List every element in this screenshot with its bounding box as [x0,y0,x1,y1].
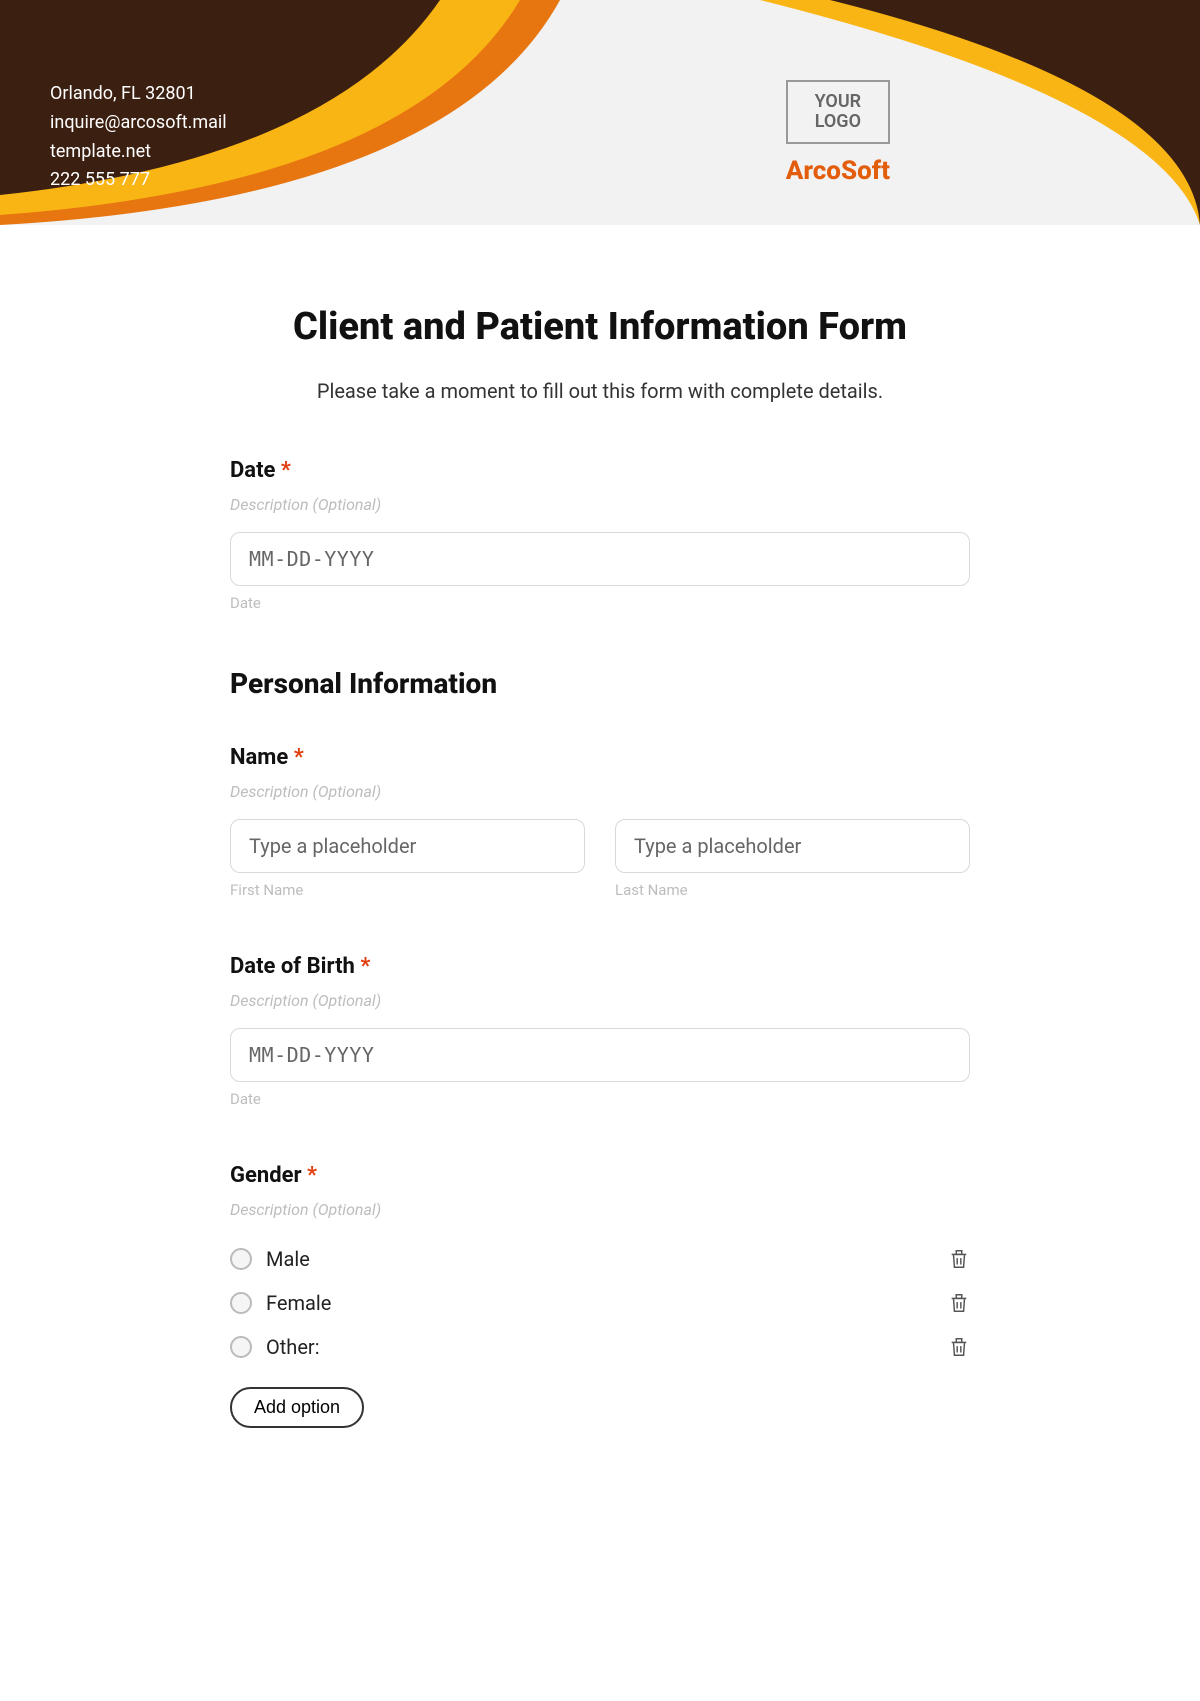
logo-line1: YOUR [802,92,874,112]
gender-option-row: Male [230,1237,970,1281]
gender-label: Gender * [230,1163,970,1188]
dob-label-text: Date of Birth [230,954,355,979]
dob-input[interactable] [230,1028,970,1082]
gender-description: Description (Optional) [230,1200,970,1219]
field-date: Date * Description (Optional) Date [230,458,970,612]
form-header: Orlando, FL 32801 inquire@arcosoft.mail … [0,0,1200,225]
dob-sublabel: Date [230,1090,970,1108]
gender-label-text: Gender [230,1163,302,1188]
trash-icon[interactable] [948,1247,970,1271]
gender-option-row: Female [230,1281,970,1325]
form-body: Client and Patient Information Form Plea… [130,225,1070,1543]
brand-name: ArcoSoft [786,156,890,186]
radio-option-other[interactable]: Other: [230,1335,320,1359]
last-name-input[interactable] [615,819,970,873]
contact-info: Orlando, FL 32801 inquire@arcosoft.mail … [50,80,227,195]
gender-option-label: Male [266,1247,310,1271]
page-title: Client and Patient Information Form [230,305,970,349]
dob-description: Description (Optional) [230,991,970,1010]
date-sublabel: Date [230,594,970,612]
field-gender: Gender * Description (Optional) Male Fem… [230,1163,970,1428]
logo-line2: LOGO [802,112,874,132]
gender-option-label: Other: [266,1335,320,1359]
radio-icon [230,1292,252,1314]
contact-email: inquire@arcosoft.mail [50,109,227,138]
required-marker: * [360,954,370,979]
contact-website: template.net [50,138,227,167]
date-description: Description (Optional) [230,495,970,514]
gender-option-row: Other: [230,1325,970,1369]
gender-option-label: Female [266,1291,331,1315]
radio-option-male[interactable]: Male [230,1247,310,1271]
required-marker: * [307,1163,317,1188]
section-personal: Personal Information [230,667,970,700]
required-marker: * [294,745,304,770]
first-name-input[interactable] [230,819,585,873]
field-name: Name * Description (Optional) First Name… [230,745,970,899]
date-label-text: Date [230,458,275,483]
first-name-sublabel: First Name [230,881,585,899]
date-input[interactable] [230,532,970,586]
contact-address: Orlando, FL 32801 [50,80,227,109]
required-marker: * [281,458,291,483]
contact-phone: 222 555 777 [50,166,227,195]
name-description: Description (Optional) [230,782,970,801]
add-option-button[interactable]: Add option [230,1387,364,1428]
trash-icon[interactable] [948,1291,970,1315]
radio-icon [230,1336,252,1358]
logo-placeholder: YOUR LOGO [786,80,890,144]
trash-icon[interactable] [948,1335,970,1359]
name-label: Name * [230,745,970,770]
field-dob: Date of Birth * Description (Optional) D… [230,954,970,1108]
dob-label: Date of Birth * [230,954,970,979]
last-name-sublabel: Last Name [615,881,970,899]
name-label-text: Name [230,745,288,770]
logo-block: YOUR LOGO ArcoSoft [786,80,890,186]
date-label: Date * [230,458,970,483]
radio-option-female[interactable]: Female [230,1291,331,1315]
radio-icon [230,1248,252,1270]
page-subtitle: Please take a moment to fill out this fo… [230,379,970,403]
